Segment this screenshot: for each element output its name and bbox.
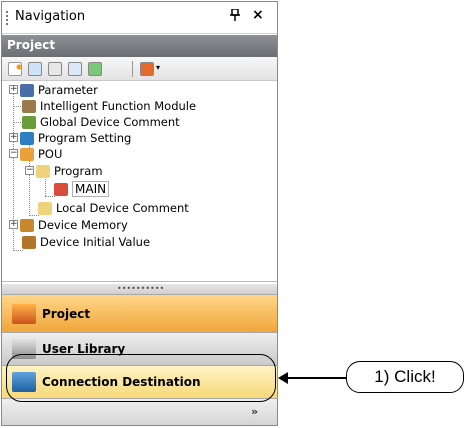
refresh-icon[interactable] [88,62,102,76]
tree-item-program-setting[interactable]: Program Setting [20,130,131,146]
expand-parameter-icon[interactable]: + [9,85,18,94]
folder-icon [38,201,52,215]
sort-icon[interactable] [140,62,154,76]
tree-item-device-memory[interactable]: Device Memory [20,217,128,233]
tree-item-program[interactable]: Program [36,163,103,179]
drag-grip[interactable] [6,11,8,25]
project-icon [12,303,36,324]
expand-program-setting-icon[interactable]: + [9,133,18,142]
nav-footer: » [2,398,277,425]
panel-title: Navigation [15,9,86,24]
project-tree: + Parameter Intelligent Function Module … [2,82,277,282]
device-initial-icon [22,235,36,249]
tree-item-intelligent-function-module[interactable]: Intelligent Function Module [22,98,196,114]
tree-item-device-initial-value[interactable]: Device Initial Value [22,234,150,250]
section-header: Project [2,35,277,57]
comment-icon [22,115,36,129]
properties-icon[interactable] [68,62,82,76]
pin-icon[interactable] [230,8,240,24]
tree-item-pou[interactable]: POU [20,146,62,162]
new-data-icon[interactable] [8,62,22,76]
paste-data-icon[interactable] [48,62,62,76]
program-setting-icon [20,131,34,145]
panel-splitter[interactable]: •••••••••• [2,284,277,294]
panel-titlebar[interactable]: Navigation × [2,2,277,34]
configure-buttons-icon[interactable]: » [251,405,258,418]
dropdown-arrow-icon[interactable]: ▾ [156,63,160,72]
toolbar-separator [132,61,133,77]
folder-icon [36,164,50,178]
callout-label: 1) Click! [346,361,464,393]
parameter-icon [20,83,34,97]
tree-item-main[interactable]: MAIN [54,181,110,197]
module-icon [22,99,36,113]
collapse-pou-icon[interactable]: − [9,149,18,158]
toolbar: ▾ [2,57,277,81]
program-file-icon [54,182,68,196]
nav-button-project[interactable]: Project [2,294,277,332]
expand-device-memory-icon[interactable]: + [9,220,18,229]
arrow-line [286,377,346,379]
tree-divider [2,281,277,282]
tree-item-parameter[interactable]: Parameter [20,82,98,98]
tree-item-local-device-comment[interactable]: Local Device Comment [38,200,189,216]
collapse-program-icon[interactable]: − [25,166,34,175]
tree-item-global-device-comment[interactable]: Global Device Comment [22,114,180,130]
splitter-grip-icon: •••••••••• [117,284,165,293]
device-memory-icon [20,218,34,232]
close-icon[interactable]: × [252,7,264,23]
pou-icon [20,147,34,161]
highlight-outline [6,354,276,402]
copy-data-icon[interactable] [28,62,42,76]
